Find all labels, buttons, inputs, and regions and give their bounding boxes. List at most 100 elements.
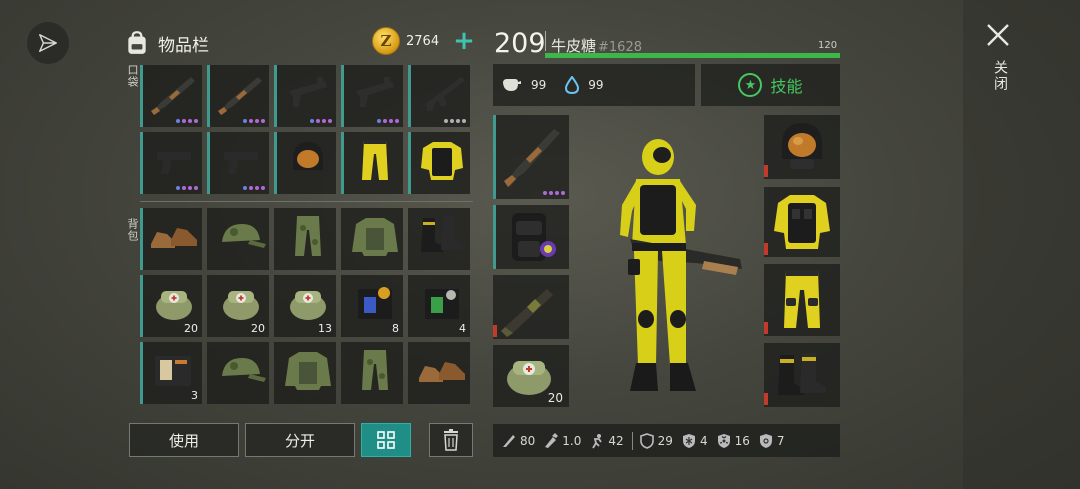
running-icon bbox=[592, 433, 603, 448]
pockets-label: 口袋 bbox=[126, 64, 139, 88]
slot-warning-mark bbox=[764, 322, 768, 334]
slot-warning-mark bbox=[493, 325, 497, 337]
equip-slot-consumable[interactable]: 20 bbox=[493, 345, 569, 407]
inventory-slot[interactable] bbox=[207, 342, 269, 404]
close-label[interactable]: 关闭 bbox=[990, 60, 1010, 92]
inventory-slot[interactable] bbox=[140, 132, 202, 194]
skills-button[interactable]: ★ 技能 bbox=[701, 64, 840, 106]
pistol-icon bbox=[224, 152, 258, 174]
inventory-slot[interactable] bbox=[274, 65, 336, 127]
inventory-slot[interactable]: 4 bbox=[408, 275, 470, 337]
item-graphic bbox=[214, 138, 268, 182]
inventory-slot[interactable] bbox=[408, 65, 470, 127]
inventory-slot[interactable] bbox=[207, 208, 269, 270]
inventory-slot[interactable] bbox=[140, 65, 202, 127]
add-coins-button[interactable]: + bbox=[453, 28, 475, 54]
radiation-shield-icon bbox=[717, 433, 730, 448]
inventory-slot[interactable] bbox=[274, 342, 336, 404]
xp-fill bbox=[545, 53, 840, 58]
rarity-dots bbox=[176, 119, 198, 123]
green-notebook-icon bbox=[425, 289, 459, 319]
rarity-dots bbox=[243, 119, 265, 123]
coin-icon: Z bbox=[372, 27, 400, 55]
equip-slot-primary[interactable] bbox=[493, 115, 569, 199]
send-button[interactable] bbox=[27, 22, 69, 64]
rarity-dots bbox=[176, 186, 198, 190]
uzi-smg-icon bbox=[356, 77, 394, 107]
stat-fire-rate-value: 1.0 bbox=[562, 433, 582, 448]
inventory-slot[interactable] bbox=[408, 208, 470, 270]
item-count: 20 bbox=[184, 322, 198, 335]
inventory-slot[interactable] bbox=[274, 208, 336, 270]
medkit-bag-icon bbox=[223, 291, 259, 320]
inventory-slot[interactable] bbox=[140, 208, 202, 270]
assault-rifle-icon bbox=[419, 77, 465, 111]
stat-cold-value: 4 bbox=[699, 433, 708, 448]
equip-slot-helmet[interactable] bbox=[764, 115, 840, 179]
inventory-slot[interactable] bbox=[341, 65, 403, 127]
black-boots-icon bbox=[778, 353, 826, 395]
grid-icon bbox=[377, 431, 395, 449]
brown-shoes-icon bbox=[419, 362, 465, 382]
stat-radiation-value: 16 bbox=[734, 433, 750, 448]
equip-slot-body[interactable] bbox=[764, 187, 840, 257]
equip-slot-feet[interactable] bbox=[764, 343, 840, 407]
inventory-slot[interactable] bbox=[341, 208, 403, 270]
item-graphic bbox=[348, 281, 402, 325]
stat-melee: 80 bbox=[501, 433, 535, 449]
item-graphic bbox=[415, 214, 469, 258]
inventory-slot[interactable] bbox=[207, 132, 269, 194]
stat-bio: 7 bbox=[758, 433, 785, 449]
item-graphic bbox=[281, 214, 335, 258]
inventory-slot[interactable] bbox=[341, 132, 403, 194]
item-graphic bbox=[348, 138, 402, 182]
camo-pants-icon bbox=[362, 350, 388, 390]
stat-defense-value: 29 bbox=[657, 433, 673, 448]
item-graphic bbox=[348, 348, 402, 392]
grenade-launcher-icon bbox=[501, 289, 553, 337]
item-graphic bbox=[415, 71, 469, 115]
yellow-armor-vest-icon bbox=[421, 142, 463, 180]
inventory-slot[interactable] bbox=[408, 132, 470, 194]
split-button[interactable]: 分开 bbox=[245, 423, 355, 457]
black-backpack-icon bbox=[512, 213, 556, 261]
equip-slot-secondary[interactable] bbox=[493, 275, 569, 339]
equip-slot-backpack[interactable] bbox=[493, 205, 569, 269]
uzi-smg-icon bbox=[289, 77, 327, 107]
inventory-slot[interactable] bbox=[274, 132, 336, 194]
item-graphic bbox=[281, 138, 335, 182]
slot-warning-mark bbox=[764, 165, 768, 177]
inventory-slot[interactable] bbox=[408, 342, 470, 404]
item-graphic bbox=[415, 348, 469, 392]
camo-pants-icon bbox=[295, 216, 321, 256]
sort-grid-button[interactable] bbox=[361, 423, 411, 457]
trash-button[interactable] bbox=[429, 423, 473, 457]
camo-cap-icon bbox=[222, 224, 266, 248]
equip-slot-legs[interactable] bbox=[764, 264, 840, 336]
inventory-slot[interactable]: 8 bbox=[341, 275, 403, 337]
item-count: 20 bbox=[251, 322, 265, 335]
inventory-slot[interactable]: 20 bbox=[207, 275, 269, 337]
inventory-slot[interactable] bbox=[341, 342, 403, 404]
inventory-slot[interactable]: 20 bbox=[140, 275, 202, 337]
item-graphic bbox=[281, 348, 335, 392]
backpack-label: 背包 bbox=[126, 218, 139, 242]
yellow-pants-icon bbox=[784, 270, 820, 328]
inventory-slot[interactable]: 3 bbox=[140, 342, 202, 404]
stat-fire-rate: 1.0 bbox=[543, 432, 582, 449]
xp-bar bbox=[545, 53, 840, 58]
item-graphic bbox=[147, 214, 201, 258]
camo-cap-icon bbox=[222, 358, 266, 382]
inventory-title: 物品栏 bbox=[158, 35, 209, 56]
rarity-dots bbox=[310, 119, 332, 123]
close-icon[interactable] bbox=[983, 20, 1013, 50]
blue-notebook-icon bbox=[358, 287, 392, 319]
item-count: 13 bbox=[318, 322, 332, 335]
skills-label: 技能 bbox=[770, 77, 803, 96]
pump-shotgun-icon bbox=[151, 77, 195, 115]
item-graphic bbox=[214, 281, 268, 325]
use-button[interactable]: 使用 bbox=[129, 423, 239, 457]
inventory-slot[interactable] bbox=[207, 65, 269, 127]
inventory-slot[interactable]: 13 bbox=[274, 275, 336, 337]
coin-balance: Z 2764 + bbox=[372, 27, 475, 55]
